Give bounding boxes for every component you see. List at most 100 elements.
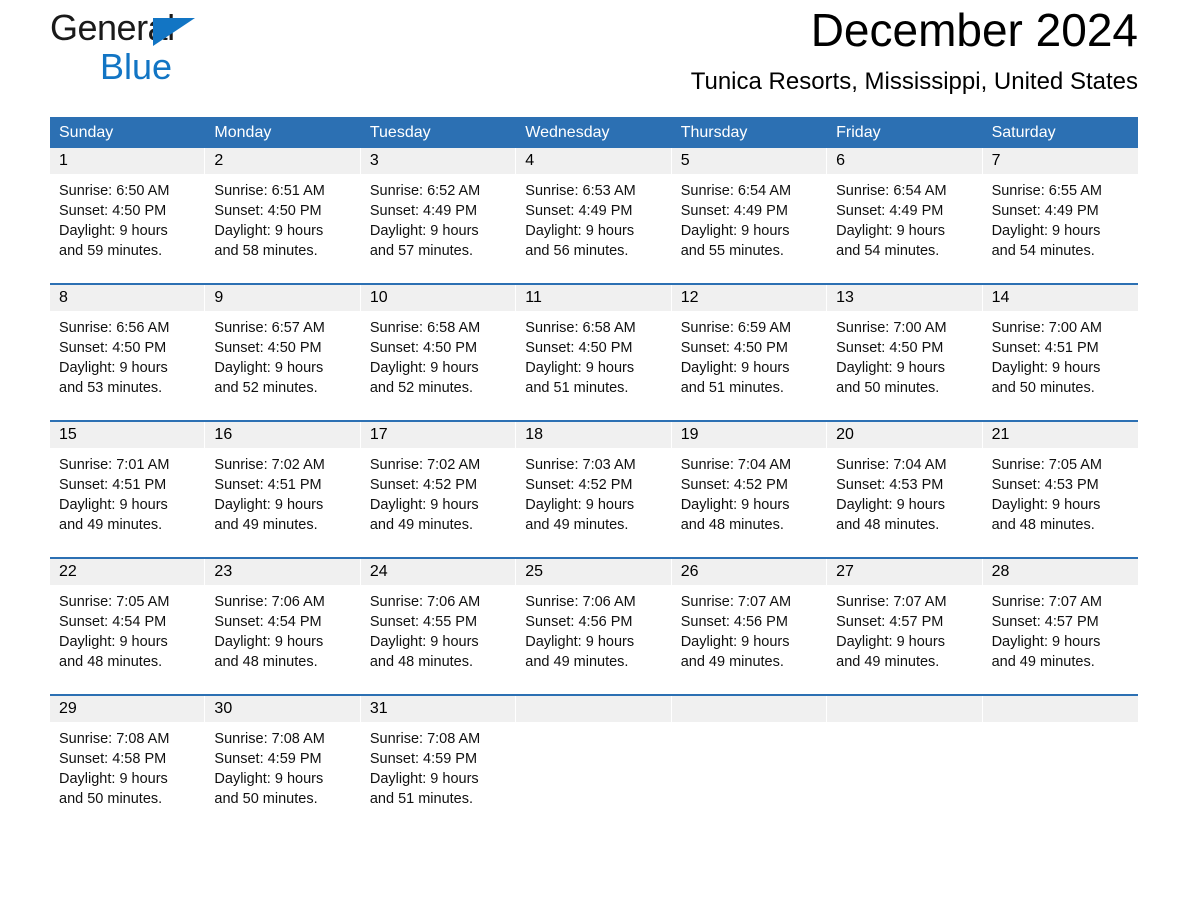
weekday-header-wednesday: Wednesday <box>525 124 610 141</box>
day-number: 7 <box>982 148 1138 174</box>
day-cell[interactable]: 30 Sunrise: 7:08 AM Sunset: 4:59 PM Dayligh… <box>205 696 361 819</box>
day-cell[interactable]: 19 Sunrise: 7:04 AM Sunset: 4:52 PM Dayligh… <box>671 422 828 545</box>
daylight-text-line1: Daylight: 9 hours <box>59 223 168 239</box>
day-number <box>827 696 982 722</box>
day-details: Sunrise: 7:04 AM Sunset: 4:53 PM Daylight:… <box>827 448 981 535</box>
daylight-text-line1: Daylight: 9 hours <box>680 497 790 513</box>
day-cell[interactable]: 21 Sunrise: 7:05 AM Sunset: 4:53 PM Dayligh… <box>982 422 1138 545</box>
day-details: Sunrise: 7:01 AM Sunset: 4:51 PM Daylight:… <box>50 448 204 535</box>
day-cell[interactable]: 9 Sunrise: 6:57 AM Sunset: 4:50 PM Daylight… <box>205 285 361 408</box>
day-cell[interactable]: 13 Sunrise: 7:00 AM Sunset: 4:50 PM Dayligh… <box>827 285 983 408</box>
day-details: Sunrise: 7:06 AM Sunset: 4:55 PM Daylight:… <box>361 585 515 672</box>
day-cell[interactable]: 31 Sunrise: 7:08 AM Sunset: 4:59 PM Dayligh… <box>360 696 517 819</box>
day-cell[interactable]: 28 Sunrise: 7:07 AM Sunset: 4:57 PM Dayligh… <box>982 559 1138 682</box>
sunset-text: Sunset: 4:56 PM <box>680 614 788 630</box>
day-cell[interactable]: 18 Sunrise: 7:03 AM Sunset: 4:52 PM Dayligh… <box>516 422 672 545</box>
sunset-text: Sunset: 4:54 PM <box>59 614 167 630</box>
daylight-text-line2: and 48 minutes. <box>59 654 163 670</box>
day-cell[interactable]: 14 Sunrise: 7:00 AM Sunset: 4:51 PM Dayligh… <box>982 285 1138 408</box>
day-number: 25 <box>516 559 671 585</box>
day-number: 26 <box>671 559 827 585</box>
day-cell[interactable]: 15 Sunrise: 7:01 AM Sunset: 4:51 PM Dayligh… <box>50 422 206 545</box>
daylight-text-line2: and 48 minutes. <box>369 654 474 670</box>
day-number: 31 <box>360 696 516 722</box>
day-cell[interactable]: 4 Sunrise: 6:53 AM Sunset: 4:49 PM Daylight… <box>516 148 672 271</box>
sunset-text: Sunset: 4:50 PM <box>214 203 322 219</box>
sunrise-text: Sunrise: 7:02 AM <box>214 457 325 473</box>
day-cell[interactable]: 16 Sunrise: 7:02 AM Sunset: 4:51 PM Dayligh… <box>205 422 361 545</box>
daylight-text-line1: Daylight: 9 hours <box>214 497 324 513</box>
day-cell[interactable]: 24 Sunrise: 7:06 AM Sunset: 4:55 PM Dayligh… <box>360 559 517 682</box>
day-cell[interactable]: 8 Sunrise: 6:56 AM Sunset: 4:50 PM Daylight… <box>50 285 206 408</box>
general-blue-logo[interactable]: General Blue <box>50 10 250 92</box>
day-cell[interactable]: 17 Sunrise: 7:02 AM Sunset: 4:52 PM Dayligh… <box>360 422 517 545</box>
day-cell[interactable]: 1 Sunrise: 6:50 AM Sunset: 4:50 PM Daylight… <box>50 148 206 271</box>
day-details: Sunrise: 6:56 AM Sunset: 4:50 PM Daylight:… <box>50 311 204 398</box>
day-cell[interactable]: 23 Sunrise: 7:06 AM Sunset: 4:54 PM Dayligh… <box>205 559 361 682</box>
day-cell[interactable]: 26 Sunrise: 7:07 AM Sunset: 4:56 PM Dayligh… <box>671 559 828 682</box>
day-cell[interactable]: 6 Sunrise: 6:54 AM Sunset: 4:49 PM Daylight… <box>827 148 983 271</box>
week-row: 29 Sunrise: 7:08 AM Sunset: 4:58 PM Dayligh… <box>50 694 1138 819</box>
day-cell[interactable]: 5 Sunrise: 6:54 AM Sunset: 4:49 PM Daylight… <box>671 148 828 271</box>
sunset-text: Sunset: 4:50 PM <box>214 340 322 356</box>
daylight-text-line2: and 49 minutes. <box>59 517 163 533</box>
daylight-text-line2: and 57 minutes. <box>369 243 474 259</box>
day-details: Sunrise: 6:53 AM Sunset: 4:49 PM Daylight:… <box>516 174 670 261</box>
sunset-text: Sunset: 4:50 PM <box>59 203 167 219</box>
sunset-text: Sunset: 4:54 PM <box>214 614 322 630</box>
day-number: 28 <box>982 559 1138 585</box>
daylight-text-line1: Daylight: 9 hours <box>214 223 324 239</box>
day-cell[interactable]: 2 Sunrise: 6:51 AM Sunset: 4:50 PM Daylight… <box>205 148 361 271</box>
day-cell[interactable]: 29 Sunrise: 7:08 AM Sunset: 4:58 PM Dayligh… <box>50 696 206 819</box>
daylight-text-line1: Daylight: 9 hours <box>59 360 168 376</box>
day-details: Sunrise: 7:07 AM Sunset: 4:57 PM Daylight:… <box>983 585 1138 672</box>
day-details: Sunrise: 7:02 AM Sunset: 4:52 PM Daylight:… <box>361 448 515 535</box>
day-details: Sunrise: 7:07 AM Sunset: 4:56 PM Daylight:… <box>672 585 826 672</box>
sunrise-text: Sunrise: 7:04 AM <box>836 457 947 473</box>
sunset-text: Sunset: 4:50 PM <box>525 340 633 356</box>
daylight-text-line1: Daylight: 9 hours <box>991 223 1101 239</box>
daylight-text-line1: Daylight: 9 hours <box>214 771 324 787</box>
sunset-text: Sunset: 4:56 PM <box>525 614 633 630</box>
daylight-text-line1: Daylight: 9 hours <box>525 634 635 650</box>
day-cell[interactable]: 20 Sunrise: 7:04 AM Sunset: 4:53 PM Dayligh… <box>827 422 983 545</box>
logo-text-general: General <box>50 7 175 48</box>
day-cell[interactable]: 3 Sunrise: 6:52 AM Sunset: 4:49 PM Daylight… <box>360 148 517 271</box>
daylight-text-line2: and 55 minutes. <box>680 243 784 259</box>
daylight-text-line1: Daylight: 9 hours <box>836 634 945 650</box>
day-details: Sunrise: 7:00 AM Sunset: 4:51 PM Daylight:… <box>983 311 1138 398</box>
day-cell[interactable]: 11 Sunrise: 6:58 AM Sunset: 4:50 PM Dayligh… <box>516 285 672 408</box>
sunrise-text: Sunrise: 6:51 AM <box>214 183 325 199</box>
day-number: 24 <box>360 559 516 585</box>
daylight-text-line2: and 49 minutes. <box>991 654 1095 670</box>
day-number: 18 <box>516 422 671 448</box>
day-details: Sunrise: 7:03 AM Sunset: 4:52 PM Daylight:… <box>516 448 670 535</box>
sunset-text: Sunset: 4:52 PM <box>369 477 478 493</box>
weekday-header-friday: Friday <box>836 124 881 141</box>
day-cell[interactable]: 27 Sunrise: 7:07 AM Sunset: 4:57 PM Dayligh… <box>827 559 983 682</box>
sunrise-text: Sunrise: 7:06 AM <box>369 594 481 610</box>
day-cell[interactable]: 10 Sunrise: 6:58 AM Sunset: 4:50 PM Dayligh… <box>360 285 517 408</box>
day-details: Sunrise: 7:06 AM Sunset: 4:54 PM Daylight:… <box>205 585 359 672</box>
day-cell[interactable]: 12 Sunrise: 6:59 AM Sunset: 4:50 PM Dayligh… <box>671 285 828 408</box>
daylight-text-line1: Daylight: 9 hours <box>991 497 1101 513</box>
day-number: 15 <box>50 422 205 448</box>
daylight-text-line2: and 53 minutes. <box>59 380 163 396</box>
day-cell[interactable]: 25 Sunrise: 7:06 AM Sunset: 4:56 PM Dayligh… <box>516 559 672 682</box>
day-cell[interactable]: 7 Sunrise: 6:55 AM Sunset: 4:49 PM Daylight… <box>982 148 1138 271</box>
daylight-text-line1: Daylight: 9 hours <box>214 360 324 376</box>
daylight-text-line2: and 51 minutes. <box>525 380 629 396</box>
day-details: Sunrise: 7:08 AM Sunset: 4:58 PM Daylight:… <box>50 722 204 809</box>
sunrise-text: Sunrise: 6:57 AM <box>214 320 325 336</box>
daylight-text-line2: and 49 minutes. <box>214 517 318 533</box>
daylight-text-line2: and 54 minutes. <box>836 243 940 259</box>
day-number <box>982 696 1138 722</box>
day-cell[interactable]: 22 Sunrise: 7:05 AM Sunset: 4:54 PM Dayligh… <box>50 559 206 682</box>
sunrise-text: Sunrise: 7:04 AM <box>680 457 792 473</box>
daylight-text-line2: and 49 minutes. <box>680 654 784 670</box>
daylight-text-line1: Daylight: 9 hours <box>680 634 790 650</box>
daylight-text-line1: Daylight: 9 hours <box>369 497 479 513</box>
daylight-text-line2: and 49 minutes. <box>525 654 629 670</box>
daylight-text-line1: Daylight: 9 hours <box>214 634 324 650</box>
day-details: Sunrise: 7:06 AM Sunset: 4:56 PM Daylight:… <box>516 585 670 672</box>
